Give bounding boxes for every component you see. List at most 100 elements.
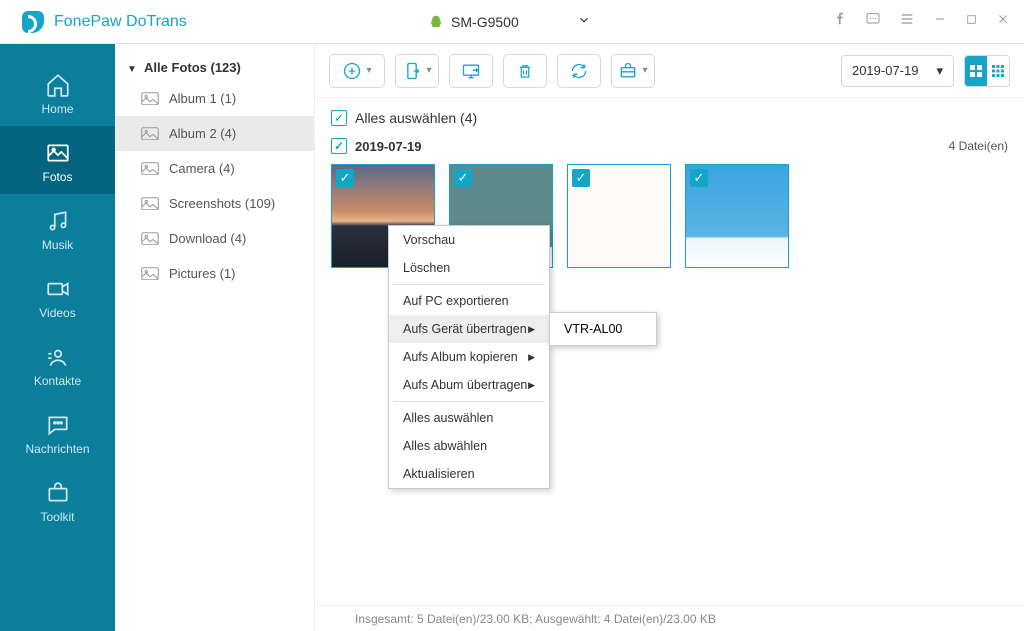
- add-button[interactable]: ▾: [329, 54, 385, 88]
- album-icon: [141, 267, 159, 281]
- ctx-label: VTR-AL00: [564, 322, 622, 336]
- home-icon: [45, 72, 71, 96]
- maximize-button[interactable]: [965, 13, 978, 31]
- nav-toolkit[interactable]: Toolkit: [0, 466, 115, 534]
- photo-thumbnail[interactable]: [685, 164, 789, 268]
- ctx-refresh[interactable]: Aktualisieren: [389, 460, 549, 488]
- ctx-label: Alles auswählen: [403, 411, 493, 425]
- context-menu: Vorschau Löschen Auf PC exportieren Aufs…: [388, 225, 550, 489]
- ctx-preview[interactable]: Vorschau: [389, 226, 549, 254]
- sidebar-header-label: Alle Fotos (123): [144, 60, 241, 75]
- ctx-label: Auf PC exportieren: [403, 294, 509, 308]
- group-count-label: 4 Datei(en): [949, 139, 1008, 153]
- android-icon: [429, 15, 443, 29]
- toolbar: ▾ ▾ ▾ 2019-07-19 ▾: [315, 44, 1024, 98]
- nav-fotos[interactable]: Fotos: [0, 126, 115, 194]
- main-nav: Home Fotos Musik Videos Kontakte Nachric…: [0, 44, 115, 631]
- sidebar-item-label: Album 2 (4): [169, 126, 236, 141]
- ctx-select-all[interactable]: Alles auswählen: [389, 404, 549, 432]
- context-submenu: VTR-AL00: [549, 312, 657, 346]
- close-button[interactable]: [996, 12, 1010, 31]
- ctx-submenu-device[interactable]: VTR-AL00: [550, 317, 656, 341]
- select-all-checkbox[interactable]: [331, 110, 347, 126]
- device-name: SM-G9500: [451, 14, 519, 30]
- sidebar-item-label: Album 1 (1): [169, 91, 236, 106]
- ctx-delete[interactable]: Löschen: [389, 254, 549, 282]
- facebook-icon[interactable]: [833, 12, 847, 31]
- sidebar-item-camera[interactable]: Camera (4): [115, 151, 314, 186]
- chevron-down-icon: ▾: [426, 65, 431, 76]
- grid-large-view-button[interactable]: [965, 56, 987, 86]
- select-all-row[interactable]: Alles auswählen (4): [331, 104, 1008, 132]
- album-icon: [141, 162, 159, 176]
- thumbnail-checkbox[interactable]: [336, 169, 354, 187]
- music-icon: [45, 208, 71, 232]
- status-bar: Insgesamt: 5 Datei(en)/23.00 KB; Ausgewä…: [315, 605, 1024, 631]
- album-icon: [141, 232, 159, 246]
- chevron-down-icon: ▾: [366, 65, 371, 76]
- ctx-label: Aufs Album kopieren: [403, 350, 518, 364]
- sidebar-item-download[interactable]: Download (4): [115, 221, 314, 256]
- thumbnail-checkbox[interactable]: [454, 169, 472, 187]
- submenu-arrow-icon: ▶: [528, 380, 535, 391]
- photo-thumbnail[interactable]: [567, 164, 671, 268]
- nav-home[interactable]: Home: [0, 58, 115, 126]
- album-icon: [141, 127, 159, 141]
- toolbox-button[interactable]: ▾: [611, 54, 655, 88]
- sidebar-item-screenshots[interactable]: Screenshots (109): [115, 186, 314, 221]
- nav-videos[interactable]: Videos: [0, 262, 115, 330]
- refresh-button[interactable]: [557, 54, 601, 88]
- nav-nachrichten[interactable]: Nachrichten: [0, 398, 115, 466]
- ctx-label: Aufs Gerät übertragen: [403, 322, 527, 336]
- contacts-icon: [45, 344, 71, 368]
- sidebar-item-album2[interactable]: Album 2 (4): [115, 116, 314, 151]
- submenu-arrow-icon: ▶: [528, 352, 535, 363]
- nav-videos-label: Videos: [39, 306, 75, 320]
- nav-kontakte[interactable]: Kontakte: [0, 330, 115, 398]
- sidebar-item-pictures[interactable]: Pictures (1): [115, 256, 314, 291]
- chevron-down-icon: ▾: [642, 65, 647, 76]
- minimize-button[interactable]: [933, 12, 947, 31]
- group-checkbox[interactable]: [331, 138, 347, 154]
- status-text: Insgesamt: 5 Datei(en)/23.00 KB; Ausgewä…: [355, 612, 716, 626]
- messages-icon: [45, 412, 71, 436]
- ctx-copy-album[interactable]: Aufs Album kopieren ▶: [389, 343, 549, 371]
- select-all-label: Alles auswählen (4): [355, 110, 477, 126]
- nav-kontakte-label: Kontakte: [34, 374, 81, 388]
- ctx-transfer-album[interactable]: Aufs Abum übertragen▶: [389, 371, 549, 399]
- grid-small-view-button[interactable]: [987, 56, 1009, 86]
- nav-home-label: Home: [41, 102, 73, 116]
- sidebar-item-label: Camera (4): [169, 161, 235, 176]
- ctx-separator: [393, 401, 545, 402]
- export-to-pc-button[interactable]: [449, 54, 493, 88]
- device-selector[interactable]: SM-G9500: [429, 13, 591, 30]
- chevron-down-icon: ▾: [936, 63, 943, 79]
- thumbnail-checkbox[interactable]: [690, 169, 708, 187]
- title-bar: FonePaw DoTrans SM-G9500: [0, 0, 1024, 44]
- ctx-export-pc[interactable]: Auf PC exportieren: [389, 287, 549, 315]
- sidebar-header[interactable]: ▼ Alle Fotos (123): [115, 54, 314, 81]
- ctx-label: Aufs Abum übertragen: [403, 378, 527, 392]
- menu-icon[interactable]: [899, 11, 915, 32]
- nav-musik-label: Musik: [42, 238, 73, 252]
- ctx-transfer-device[interactable]: Aufs Gerät übertragen▶: [389, 315, 549, 343]
- ctx-deselect-all[interactable]: Alles abwählen: [389, 432, 549, 460]
- nav-musik[interactable]: Musik: [0, 194, 115, 262]
- videos-icon: [45, 276, 71, 300]
- sidebar-item-album1[interactable]: Album 1 (1): [115, 81, 314, 116]
- sidebar-item-label: Pictures (1): [169, 266, 235, 281]
- ctx-label: Aktualisieren: [403, 467, 475, 481]
- album-icon: [141, 197, 159, 211]
- date-filter-value: 2019-07-19: [852, 63, 919, 78]
- collapse-triangle-icon: ▼: [127, 64, 137, 75]
- export-to-device-button[interactable]: ▾: [395, 54, 439, 88]
- chevron-down-icon: [577, 13, 591, 30]
- nav-toolkit-label: Toolkit: [40, 510, 74, 524]
- feedback-icon[interactable]: [865, 11, 881, 32]
- ctx-label: Vorschau: [403, 233, 455, 247]
- date-filter[interactable]: 2019-07-19 ▾: [841, 55, 954, 87]
- thumbnail-checkbox[interactable]: [572, 169, 590, 187]
- delete-button[interactable]: [503, 54, 547, 88]
- date-group-row[interactable]: 2019-07-19 4 Datei(en): [331, 132, 1008, 160]
- ctx-separator: [393, 284, 545, 285]
